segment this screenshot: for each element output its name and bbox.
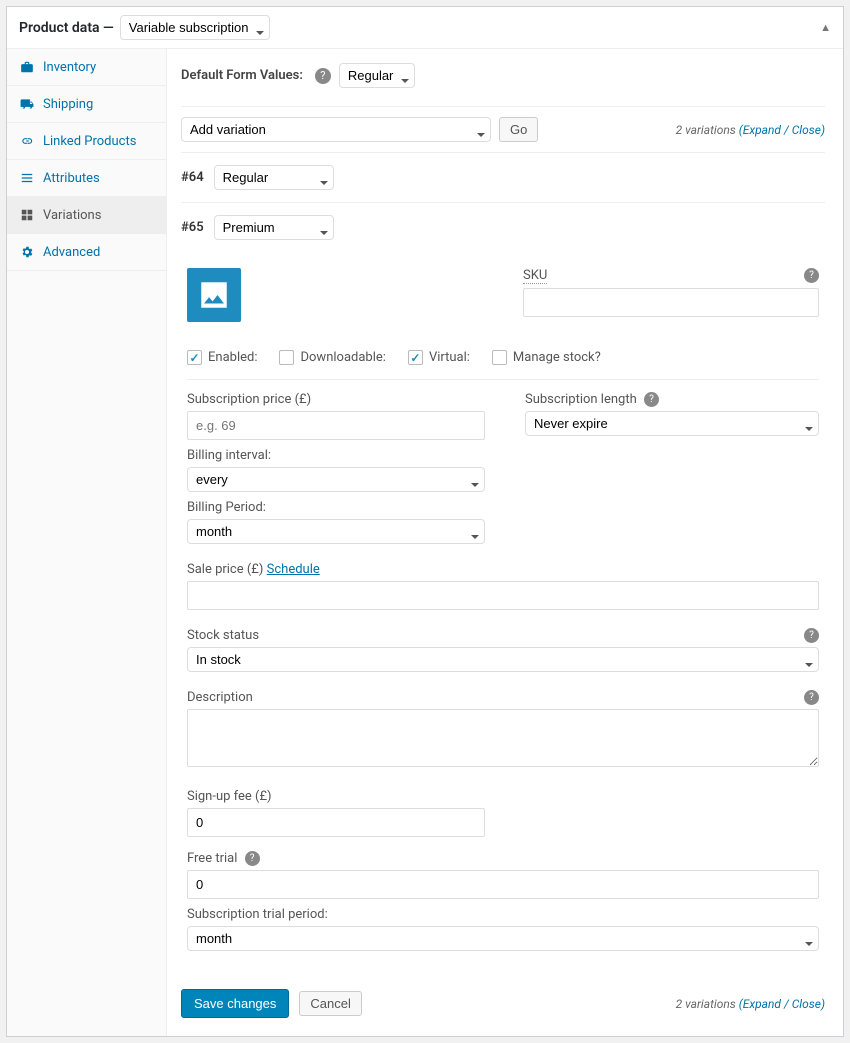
panel-title: Product data — [19,20,114,36]
sidebar-item-shipping[interactable]: Shipping [7,86,166,123]
gear-icon [19,244,35,260]
description-label: Description ? [187,690,819,705]
subscription-length-label: Subscription length ? [525,392,819,407]
checkbox-icon [279,350,294,365]
variation-id: #65 [181,220,204,235]
billing-period-label: Billing Period: [187,500,485,515]
checkbox-icon [408,350,423,365]
sale-price-label: Sale price (£) Schedule [187,562,819,577]
free-trial-label: Free trial ? [187,851,819,866]
schedule-link[interactable]: Schedule [267,562,320,577]
variations-summary-footer: 2 variations (Expand / Close) [676,997,825,1011]
help-icon[interactable]: ? [804,268,819,283]
variation-attribute-select[interactable]: Premium [214,215,334,240]
list-icon [19,170,35,186]
variation-attribute-select[interactable]: Regular [214,165,334,190]
sidebar-item-linked-products[interactable]: Linked Products [7,123,166,160]
sidebar-item-attributes[interactable]: Attributes [7,160,166,197]
variation-action-select[interactable]: Add variation [181,117,491,142]
downloadable-checkbox[interactable]: Downloadable: [279,350,385,365]
help-icon[interactable]: ? [315,68,331,84]
stock-status-select[interactable]: In stock [187,647,819,672]
variation-id: #64 [181,170,204,185]
help-icon[interactable]: ? [804,628,819,643]
subscription-price-input[interactable] [187,411,485,440]
close-link[interactable]: Close [792,123,821,137]
enabled-checkbox[interactable]: Enabled: [187,350,257,365]
close-link[interactable]: Close [792,997,821,1011]
trial-period-label: Subscription trial period: [187,907,819,922]
cancel-button[interactable]: Cancel [299,991,361,1016]
sale-price-input[interactable] [187,581,819,610]
grid-icon [19,207,35,223]
signup-fee-input[interactable] [187,808,485,837]
go-button[interactable]: Go [499,117,538,142]
help-icon[interactable]: ? [644,392,659,407]
sidebar-item-label: Variations [43,208,101,223]
variation-row[interactable]: #65 Premium [181,203,825,252]
description-textarea[interactable] [187,709,819,767]
product-data-tabs: Inventory Shipping Linked Products Attri… [7,49,167,1036]
sku-label: SKU ? [523,268,819,284]
help-icon[interactable]: ? [804,690,819,705]
subscription-price-label: Subscription price (£) [187,392,485,407]
product-type-select[interactable]: Variable subscription [120,15,270,40]
sidebar-item-variations[interactable]: Variations [7,197,166,234]
sidebar-item-advanced[interactable]: Advanced [7,234,166,271]
stock-status-label: Stock status ? [187,628,819,643]
expand-link[interactable]: Expand [743,997,781,1011]
expand-link[interactable]: Expand [743,123,781,137]
variations-summary: 2 variations (Expand / Close) [676,123,825,137]
trial-period-select[interactable]: month [187,926,819,951]
sku-input[interactable] [523,288,819,317]
virtual-checkbox[interactable]: Virtual: [408,350,470,365]
sidebar-item-inventory[interactable]: Inventory [7,49,166,86]
sidebar-item-label: Inventory [43,60,96,75]
sidebar-item-label: Shipping [43,97,93,112]
checkbox-icon [492,350,507,365]
sidebar-item-label: Advanced [43,245,100,260]
variation-row[interactable]: #64 Regular [181,153,825,203]
billing-interval-select[interactable]: every [187,467,485,492]
collapse-panel-icon[interactable]: ▲ [820,21,831,34]
sidebar-item-label: Linked Products [43,134,136,149]
truck-icon [19,96,35,112]
free-trial-input[interactable] [187,870,819,899]
subscription-length-select[interactable]: Never expire [525,411,819,436]
default-form-values-label: Default Form Values: [181,68,303,83]
default-form-select[interactable]: Regular [339,63,415,88]
checkbox-icon [187,350,202,365]
save-changes-button[interactable]: Save changes [181,989,289,1018]
manage-stock-checkbox[interactable]: Manage stock? [492,350,601,365]
help-icon[interactable]: ? [245,851,260,866]
link-icon [19,133,35,149]
inventory-icon [19,59,35,75]
variation-image-upload[interactable] [187,268,241,322]
signup-fee-label: Sign-up fee (£) [187,789,819,804]
billing-period-select[interactable]: month [187,519,485,544]
sidebar-item-label: Attributes [43,171,100,186]
billing-interval-label: Billing interval: [187,448,485,463]
